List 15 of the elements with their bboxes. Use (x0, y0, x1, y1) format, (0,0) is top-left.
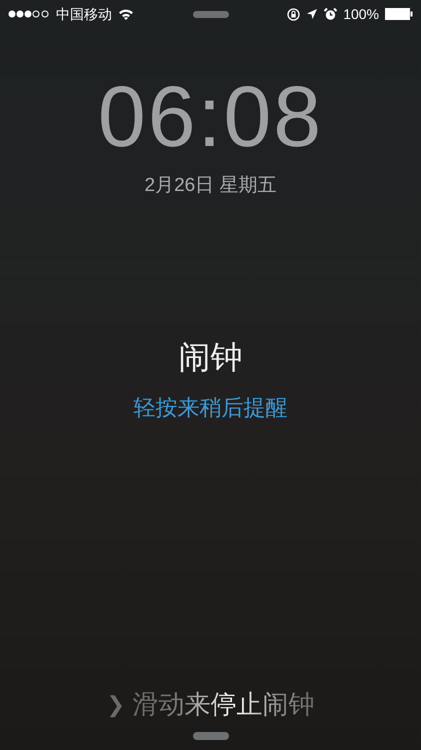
clock-time: 06:08 (98, 74, 324, 160)
battery-percentage: 100% (343, 4, 379, 24)
alarm-clock-icon (324, 8, 338, 20)
date-label: 2月26日 星期五 (144, 174, 276, 198)
rotation-lock-icon (287, 8, 300, 20)
snooze-button[interactable]: 轻按来稍后提醒 (134, 390, 288, 424)
alarm-title: 闹钟 (178, 338, 242, 376)
grabber-handle[interactable] (192, 732, 228, 740)
wifi-icon (118, 8, 134, 20)
grabber-handle[interactable] (192, 10, 229, 18)
carrier-name: 中国移动 (56, 4, 112, 24)
signal-icon (8, 10, 50, 18)
location-arrow-icon (306, 8, 318, 20)
battery-icon (385, 8, 413, 20)
chevron-icon: ❯ (106, 688, 124, 721)
